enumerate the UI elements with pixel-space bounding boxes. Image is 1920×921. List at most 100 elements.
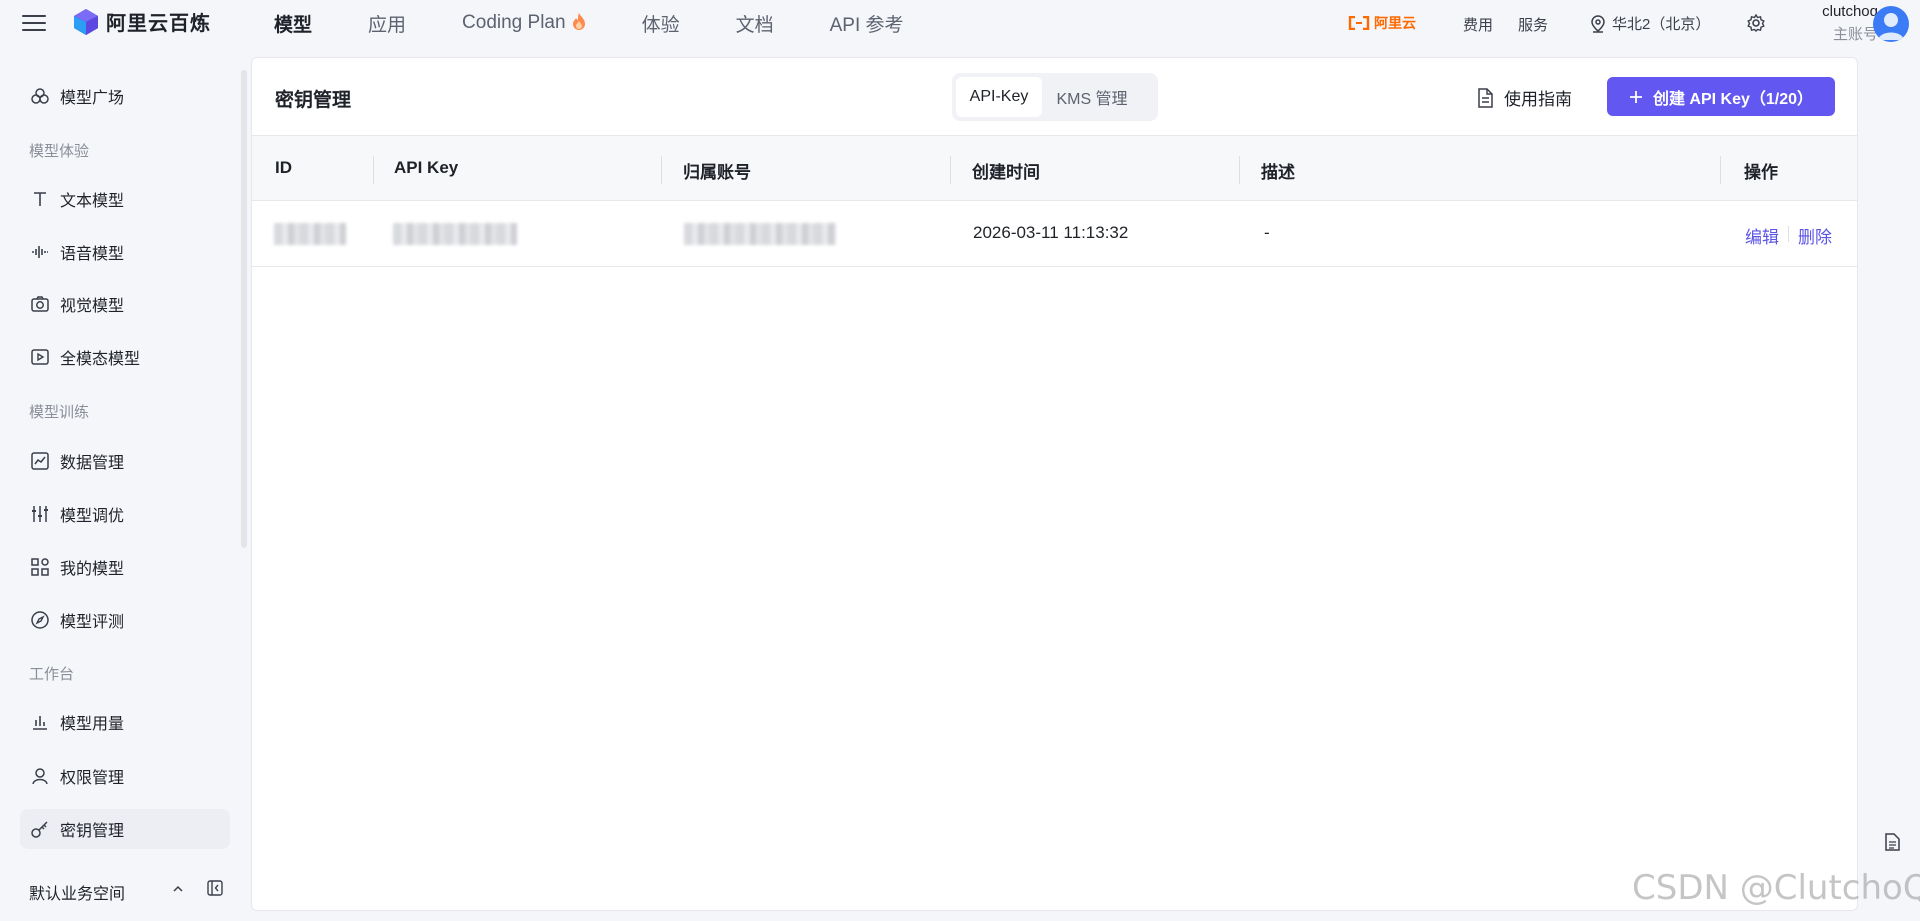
- topnav-coding-plan[interactable]: Coding Plan: [462, 12, 586, 34]
- sidebar-item-evaluation[interactable]: 模型评测: [20, 600, 230, 640]
- collapse-sidebar-icon[interactable]: [207, 880, 223, 896]
- sidebar-group-workbench: 工作台: [29, 666, 75, 683]
- table-header: ID API Key 归属账号 创建时间 描述 操作: [252, 135, 1857, 201]
- user-avatar-icon: [1878, 13, 1904, 40]
- video-play-icon: [30, 347, 50, 367]
- topnav-experience[interactable]: 体验: [642, 10, 680, 37]
- sidebar-item-label: 模型调优: [60, 508, 125, 525]
- region-selector[interactable]: 华北2（北京）: [1590, 13, 1710, 34]
- service-link[interactable]: 服务: [1518, 14, 1548, 35]
- column-divider: [950, 156, 951, 184]
- top-bar: 阿里云百炼 模型 应用 Coding Plan 体验 文档 API 参考 阿里云…: [0, 0, 1920, 46]
- workspace-label: 默认业务空间: [29, 886, 126, 903]
- column-header-created-at: 创建时间: [972, 163, 1040, 182]
- sidebar-item-omni-model[interactable]: 全模态模型: [20, 337, 230, 377]
- topnav-coding-plan-label: Coding Plan: [462, 12, 566, 33]
- column-header-description: 描述: [1261, 163, 1295, 182]
- segmented-tabs: API-Key KMS 管理: [952, 73, 1158, 121]
- created-at-value: 2026-03-11 11:13:32: [973, 223, 1129, 242]
- tab-kms[interactable]: KMS 管理: [1042, 77, 1142, 117]
- plus-icon: [1629, 90, 1642, 103]
- redacted-api-key[interactable]: [393, 223, 517, 245]
- column-divider: [373, 156, 374, 184]
- redacted-id: [274, 223, 346, 245]
- fees-link[interactable]: 费用: [1463, 14, 1493, 35]
- aliyun-logo[interactable]: 阿里云: [1348, 13, 1416, 33]
- column-header-actions: 操作: [1744, 163, 1778, 182]
- topnav-api-reference[interactable]: API 参考: [830, 10, 904, 37]
- sidebar-item-label: 模型用量: [60, 716, 125, 733]
- sidebar-item-voice-model[interactable]: 语音模型: [20, 232, 230, 272]
- waveform-icon: [30, 242, 50, 262]
- top-nav: 模型 应用 Coding Plan 体验 文档 API 参考: [274, 0, 960, 46]
- document-icon[interactable]: [1882, 832, 1902, 852]
- sidebar-group-training: 模型训练: [29, 404, 90, 421]
- region-label: 华北2（北京）: [1612, 16, 1711, 33]
- edit-link[interactable]: 编辑: [1745, 223, 1779, 248]
- delete-link[interactable]: 删除: [1798, 223, 1832, 248]
- user-role: 主账号: [1832, 26, 1878, 43]
- avatar[interactable]: [1873, 6, 1909, 42]
- sidebar-item-label: 密钥管理: [60, 823, 125, 840]
- apps-icon: [30, 557, 50, 577]
- sidebar: 模型广场 模型体验 文本模型 语音模型 视觉模型 全模态模型 模型训练 数据管理…: [0, 56, 247, 921]
- chevron-up-icon[interactable]: [171, 882, 185, 896]
- bailian-logo-icon: [74, 8, 98, 35]
- sidebar-item-label: 语音模型: [60, 246, 125, 263]
- sidebar-item-text-model[interactable]: 文本模型: [20, 179, 230, 219]
- usage-guide-link[interactable]: 使用指南: [1476, 85, 1572, 110]
- create-api-key-button[interactable]: 创建 API Key（1/20）: [1607, 77, 1835, 116]
- sidebar-item-label: 文本模型: [60, 193, 125, 210]
- sliders-icon: [30, 504, 50, 524]
- flame-icon: [572, 13, 585, 30]
- redacted-owner-account: [684, 223, 836, 245]
- bar-chart-icon: [30, 712, 50, 732]
- sidebar-item-my-models[interactable]: 我的模型: [20, 547, 230, 587]
- column-header-owner-account: 归属账号: [683, 163, 751, 182]
- topnav-docs[interactable]: 文档: [736, 10, 774, 37]
- sidebar-item-vision-model[interactable]: 视觉模型: [20, 284, 230, 324]
- sidebar-item-permissions[interactable]: 权限管理: [20, 756, 230, 796]
- location-pin-icon: [1591, 14, 1605, 33]
- sidebar-item-label: 权限管理: [60, 770, 125, 787]
- brand-logo[interactable]: 阿里云百炼: [72, 7, 211, 36]
- column-header-api-key: API Key: [394, 158, 459, 177]
- sidebar-item-label: 视觉模型: [60, 298, 125, 315]
- key-icon: [30, 819, 50, 839]
- user-info[interactable]: clutchoq 主账号: [1804, 3, 1878, 44]
- aliyun-logo-icon: [1348, 16, 1370, 30]
- aliyun-label: 阿里云: [1374, 15, 1416, 31]
- topnav-models[interactable]: 模型: [274, 10, 312, 37]
- gear-icon[interactable]: [1747, 14, 1765, 32]
- camera-icon: [30, 294, 50, 314]
- column-divider: [661, 156, 662, 184]
- sidebar-item-label: 数据管理: [60, 455, 125, 472]
- sidebar-item-finetune[interactable]: 模型调优: [20, 494, 230, 534]
- main-panel: 密钥管理 API-Key KMS 管理 使用指南 创建 API Key（1/20…: [251, 57, 1858, 911]
- tab-api-key[interactable]: API-Key: [956, 77, 1042, 117]
- sidebar-item-label: 模型评测: [60, 614, 125, 631]
- sidebar-scrollbar[interactable]: [241, 70, 247, 548]
- sidebar-group-experience: 模型体验: [29, 143, 90, 160]
- document-icon: [1478, 87, 1493, 108]
- sidebar-item-model-square[interactable]: 模型广场: [20, 76, 230, 116]
- sidebar-item-key-management[interactable]: 密钥管理: [20, 809, 230, 849]
- topnav-apps[interactable]: 应用: [368, 10, 406, 37]
- user-name: clutchoq: [1822, 3, 1878, 20]
- workspace-switcher[interactable]: 默认业务空间: [29, 880, 229, 904]
- sidebar-item-label: 我的模型: [60, 561, 125, 578]
- column-header-id: ID: [275, 158, 292, 177]
- cube-icon: [30, 86, 50, 106]
- sidebar-item-data-management[interactable]: 数据管理: [20, 441, 230, 481]
- line-chart-icon: [30, 451, 50, 471]
- usage-guide-label: 使用指南: [1504, 90, 1572, 109]
- user-icon: [30, 766, 50, 786]
- menu-icon[interactable]: [22, 13, 46, 33]
- description-value: -: [1264, 223, 1270, 242]
- sidebar-item-label: 模型广场: [60, 90, 125, 107]
- watermark: CSDN @ClutchoQ: [1632, 868, 1920, 908]
- page-title: 密钥管理: [275, 90, 352, 111]
- table-row: 2026-03-11 11:13:32 - 编辑 删除: [252, 201, 1857, 267]
- action-divider: [1788, 226, 1789, 242]
- sidebar-item-usage[interactable]: 模型用量: [20, 702, 230, 742]
